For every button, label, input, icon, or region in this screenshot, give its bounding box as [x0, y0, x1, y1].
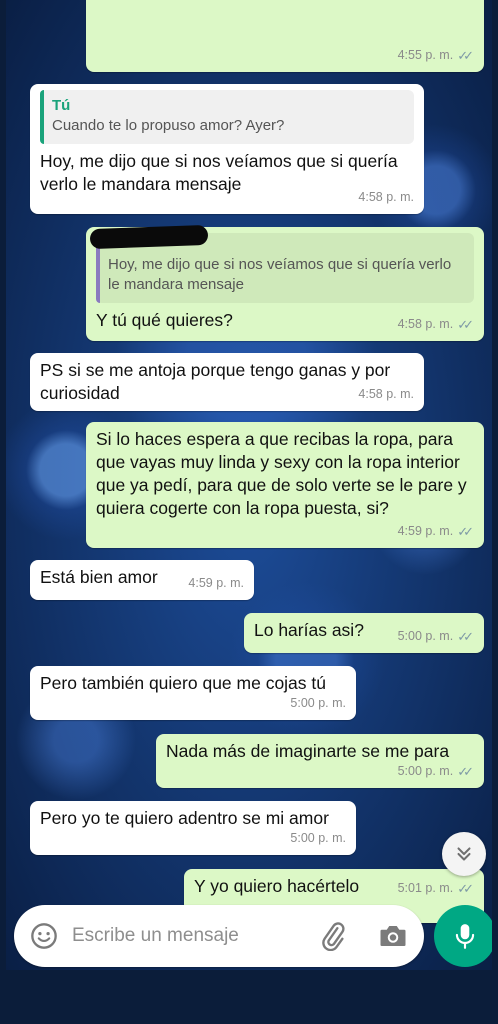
- mic-icon: [455, 924, 475, 949]
- read-ticks-icon: ✓✓: [457, 317, 474, 332]
- message-time: 5:00 p. m.: [397, 629, 454, 643]
- read-ticks-icon: ✓✓: [457, 48, 474, 63]
- message-meta: 4:58 p. m.: [358, 383, 414, 406]
- message-bubble-outgoing[interactable]: Nada más de imaginarte se me para 5:00 p…: [156, 734, 484, 788]
- message-bubble-incoming[interactable]: PS si se me antoja porque tengo ganas y …: [30, 353, 424, 411]
- message-meta: 4:59 p. m. ✓✓: [398, 520, 474, 543]
- scroll-to-bottom-button[interactable]: [442, 832, 486, 876]
- camera-icon[interactable]: [378, 922, 408, 950]
- message-time: 4:59 p. m.: [397, 524, 454, 538]
- quoted-message[interactable]: Hoy, me dijo que si nos veíamos que si q…: [89, 224, 474, 303]
- message-meta: 5:01 p. m. ✓✓: [398, 877, 474, 900]
- read-ticks-icon: ✓✓: [457, 764, 474, 779]
- message-bubble-outgoing[interactable]: Lo harías asi? 5:00 p. m. ✓✓: [244, 613, 484, 653]
- message-meta: 4:58 p. m.: [358, 186, 414, 209]
- message-meta: 5:00 p. m.: [290, 827, 346, 850]
- voice-record-button[interactable]: [434, 905, 492, 967]
- read-ticks-icon: ✓✓: [457, 524, 474, 539]
- message-time: 5:01 p. m.: [397, 881, 454, 895]
- quoted-message[interactable]: Tú Cuando te lo propuso amor? Ayer?: [40, 90, 414, 144]
- message-time: 4:55 p. m.: [397, 48, 454, 62]
- message-input-placeholder[interactable]: Escribe un mensaje: [72, 925, 239, 947]
- quote-author: Tú: [52, 97, 71, 114]
- quote-text: Hoy, me dijo que si nos veíamos que si q…: [108, 256, 452, 293]
- message-bubble-incoming[interactable]: Pero yo te quiero adentro se mi amor 5:0…: [30, 801, 356, 855]
- message-bubble-outgoing[interactable]: Hoy, me dijo que si nos veíamos que si q…: [86, 224, 484, 341]
- message-time: 5:00 p. m.: [397, 764, 454, 778]
- message-time: 4:59 p. m.: [188, 576, 244, 590]
- message-time: 4:58 p. m.: [358, 190, 414, 204]
- message-meta: 4:59 p. m.: [188, 572, 244, 595]
- read-ticks-icon: ✓✓: [457, 881, 474, 896]
- chevron-double-down-icon: [457, 847, 471, 861]
- message-bubble-incoming[interactable]: Pero también quiero que me cojas tú 5:00…: [30, 666, 356, 720]
- attach-icon[interactable]: [318, 921, 348, 951]
- message-composer[interactable]: Escribe un mensaje: [14, 905, 424, 967]
- message-meta: 5:00 p. m. ✓✓: [398, 760, 474, 783]
- message-meta: 5:00 p. m.: [290, 692, 346, 715]
- message-meta: 5:00 p. m. ✓✓: [398, 625, 474, 648]
- message-time: 5:00 p. m.: [290, 831, 346, 845]
- screen-bottom-band: [0, 970, 498, 1024]
- message-time: 4:58 p. m.: [397, 317, 454, 331]
- message-bubble-outgoing[interactable]: 4:55 p. m. ✓✓: [86, 0, 484, 72]
- message-meta: 4:58 p. m. ✓✓: [398, 313, 474, 336]
- message-text: Si lo haces espera a que recibas la ropa…: [96, 429, 467, 518]
- redacted-author-mark: [89, 224, 209, 250]
- chat-screen: 4:55 p. m. ✓✓ Tú Cuando te lo propuso am…: [6, 0, 492, 970]
- emoji-icon[interactable]: [30, 922, 58, 950]
- message-time: 5:00 p. m.: [290, 696, 346, 710]
- read-ticks-icon: ✓✓: [457, 629, 474, 644]
- message-bubble-incoming[interactable]: Está bien amor 4:59 p. m.: [30, 560, 254, 600]
- message-meta: 4:55 p. m. ✓✓: [398, 44, 474, 67]
- quote-text: Cuando te lo propuso amor? Ayer?: [52, 117, 285, 134]
- message-bubble-outgoing[interactable]: Si lo haces espera a que recibas la ropa…: [86, 422, 484, 548]
- message-time: 4:58 p. m.: [358, 387, 414, 401]
- message-bubble-incoming[interactable]: Tú Cuando te lo propuso amor? Ayer? Hoy,…: [30, 84, 424, 214]
